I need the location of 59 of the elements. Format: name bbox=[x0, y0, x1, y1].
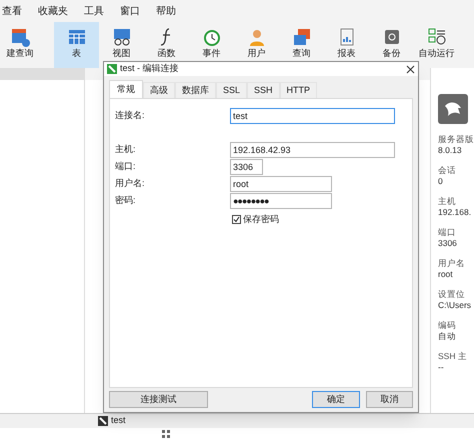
info-label: 会话 bbox=[438, 165, 457, 176]
password-field[interactable]: ●●●●●●●● bbox=[230, 192, 332, 208]
info-label: 编码 bbox=[438, 320, 457, 331]
menu-item[interactable]: 查看 bbox=[2, 4, 22, 18]
dialog-title: test - 编辑连接 bbox=[120, 62, 180, 76]
status-tab[interactable]: test bbox=[111, 414, 126, 428]
toolbar-button[interactable]: 报表 bbox=[324, 22, 369, 68]
ok-button[interactable]: 确定 bbox=[312, 391, 360, 408]
field-label: 连接名: bbox=[115, 108, 146, 122]
info-label: 服务器版 bbox=[438, 134, 474, 145]
info-value: 自动 bbox=[438, 331, 457, 342]
close-icon[interactable] bbox=[406, 64, 415, 74]
menu-item[interactable]: 帮助 bbox=[156, 4, 176, 18]
field-label: 密码: bbox=[115, 194, 137, 207]
dialog-tab[interactable]: 高级 bbox=[143, 82, 175, 98]
info-value: C:\Users bbox=[438, 300, 472, 311]
info-value: 0 bbox=[438, 176, 444, 187]
dialog-tab[interactable]: SSL bbox=[216, 82, 248, 98]
info-value: root bbox=[438, 269, 454, 280]
info-label: 主机 bbox=[438, 196, 457, 207]
input-field[interactable]: 192.168.42.93 bbox=[230, 142, 395, 158]
dialog-tab[interactable]: HTTP bbox=[280, 82, 318, 98]
menu-item[interactable]: 收藏夹 bbox=[38, 4, 68, 18]
info-label: 设置位 bbox=[438, 289, 466, 300]
connection-icon bbox=[98, 416, 108, 426]
dialog-tab[interactable]: SSH bbox=[247, 82, 280, 98]
input-field[interactable]: root bbox=[230, 176, 332, 192]
toolbar-button[interactable]: 建查询 bbox=[0, 22, 40, 68]
info-value: 192.168. bbox=[438, 207, 472, 218]
info-label: 用户名 bbox=[438, 258, 466, 269]
toolbar-button[interactable]: 表 bbox=[54, 22, 99, 68]
grid-icon bbox=[162, 430, 170, 438]
info-label: SSH 主 bbox=[438, 351, 468, 362]
save-password-label: 保存密码 bbox=[243, 213, 279, 226]
toolbar-button[interactable]: 事件 bbox=[189, 22, 234, 68]
dialog-tab[interactable]: 数据库 bbox=[175, 82, 216, 98]
save-password-checkbox[interactable] bbox=[232, 215, 241, 224]
field-label: 主机: bbox=[115, 142, 137, 156]
table-icon bbox=[66, 27, 86, 47]
input-field[interactable]: test bbox=[230, 108, 395, 124]
clock-icon bbox=[202, 27, 222, 47]
info-label: 端口 bbox=[438, 227, 457, 238]
toolbar-button[interactable]: 自动运行 bbox=[414, 22, 459, 68]
table-glasses-icon bbox=[112, 27, 132, 47]
field-label: 用户名: bbox=[115, 176, 146, 190]
toolbar-button[interactable]: 备份 bbox=[369, 22, 414, 68]
cancel-button[interactable]: 取消 bbox=[366, 391, 413, 408]
info-value: 8.0.13 bbox=[438, 145, 463, 156]
info-value: 3306 bbox=[438, 238, 458, 249]
input-field[interactable]: 3306 bbox=[230, 158, 263, 174]
test-button[interactable]: 连接测试 bbox=[109, 391, 208, 408]
menu-item[interactable]: 工具 bbox=[84, 4, 104, 18]
menu-item[interactable]: 窗口 bbox=[120, 4, 140, 18]
dialog-tab[interactable]: 常规 bbox=[109, 80, 143, 98]
info-value: -- bbox=[438, 362, 445, 373]
field-label: 端口: bbox=[115, 160, 137, 173]
toolbar-button[interactable]: 用户 bbox=[234, 22, 279, 68]
checklist-clock-icon bbox=[426, 27, 446, 47]
tables-icon bbox=[292, 27, 312, 47]
